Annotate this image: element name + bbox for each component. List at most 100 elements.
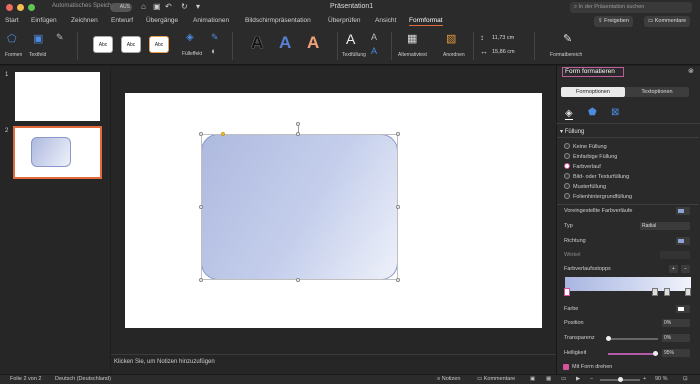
tab-start[interactable]: Start <box>5 17 19 24</box>
brightness-field[interactable]: 95% <box>662 349 690 357</box>
preset-gradients-dropdown[interactable] <box>676 207 690 215</box>
tab-formformat[interactable]: Formformat <box>409 17 443 26</box>
radio-farbverlauf[interactable]: Farbverlauf <box>564 163 601 170</box>
textbox-icon[interactable]: ▣ <box>33 32 43 45</box>
gradient-stop[interactable] <box>652 288 658 296</box>
add-stop-button[interactable]: + <box>669 265 678 273</box>
width-field[interactable]: 15,86 cm <box>492 49 515 55</box>
shape-effects-icon[interactable]: ◐ <box>211 46 216 56</box>
redo-icon[interactable]: ↻ <box>181 2 188 11</box>
zoom-out-button[interactable]: − <box>590 376 593 382</box>
brightness-slider-knob[interactable] <box>652 351 658 356</box>
tab-ueberpruefen[interactable]: Überprüfen <box>328 17 361 24</box>
tab-entwurf[interactable]: Entwurf <box>111 17 133 24</box>
transparency-field[interactable]: 0% <box>662 334 690 342</box>
type-dropdown[interactable]: Radial <box>640 222 690 230</box>
edit-shape-icon[interactable]: ✎ <box>56 32 64 43</box>
share-button[interactable]: ⇪ Freigeben <box>594 16 633 27</box>
slideshow-icon[interactable]: ▶ <box>576 376 580 382</box>
resize-handle-l[interactable] <box>199 205 203 209</box>
gradient-stop[interactable] <box>685 288 691 296</box>
close-window-button[interactable] <box>6 4 13 11</box>
size-properties-icon[interactable]: ⊠ <box>611 107 619 118</box>
tab-bildschirmpraesentation[interactable]: Bildschirmpräsentation <box>245 17 311 24</box>
text-outline-icon[interactable]: A <box>371 32 377 42</box>
zoom-window-button[interactable] <box>28 4 35 11</box>
tab-animationen[interactable]: Animationen <box>193 17 229 24</box>
shapes-icon[interactable]: ⬠ <box>7 32 17 45</box>
rotation-handle[interactable] <box>296 122 300 126</box>
slide-thumbnail-1[interactable] <box>15 72 100 121</box>
wordart-style-blue[interactable]: A <box>279 33 291 53</box>
radio-keine-fuellung[interactable]: Keine Füllung <box>564 143 607 150</box>
formatbereich-label[interactable]: Formatbereich <box>550 52 582 58</box>
shape-outline-icon[interactable]: ✎ <box>211 32 219 43</box>
undo-icon[interactable]: ↶ <box>165 2 172 11</box>
autosave-toggle[interactable]: AUS <box>110 3 132 12</box>
transparency-slider-knob[interactable] <box>606 336 611 341</box>
tab-einfuegen[interactable]: Einfügen <box>31 17 57 24</box>
text-fill-icon[interactable]: A <box>346 31 355 47</box>
zoom-level[interactable]: 90 % <box>655 376 668 382</box>
comments-button[interactable]: ▭ Kommentare <box>644 16 691 27</box>
color-picker-dropdown[interactable] <box>676 305 690 313</box>
tab-textoptionen[interactable]: Textoptionen <box>625 87 689 97</box>
resize-handle-t[interactable] <box>296 132 300 136</box>
radio-einfarbige-fuellung[interactable]: Einfarbige Füllung <box>564 153 617 160</box>
text-effects-icon[interactable]: A <box>371 46 377 56</box>
radio-folienhintergrundfuellung[interactable]: Folienhintergrundfüllung <box>564 193 632 200</box>
remove-stop-button[interactable]: − <box>681 265 690 273</box>
comments-status-button[interactable]: ▭ Kommentare <box>477 376 515 382</box>
tab-zeichnen[interactable]: Zeichnen <box>71 17 98 24</box>
shape-fill-icon[interactable]: ◈ <box>186 32 194 43</box>
search-input[interactable]: ⌕ In der Präsentation suchen <box>570 2 692 13</box>
position-field[interactable]: 0% <box>662 319 690 327</box>
tab-formoptionen[interactable]: Formoptionen <box>561 87 625 97</box>
shape-style-2[interactable]: Abc <box>121 36 141 53</box>
save-icon[interactable]: ▣ <box>153 2 161 11</box>
language-indicator[interactable]: Deutsch (Deutschland) <box>55 376 111 382</box>
transparency-slider[interactable] <box>608 338 658 340</box>
normal-view-icon[interactable]: ▣ <box>530 376 535 382</box>
fuellung-section-header[interactable]: ▾ Füllung <box>560 128 584 135</box>
resize-handle-bl[interactable] <box>199 278 203 282</box>
shape-style-1[interactable]: Abc <box>93 36 113 53</box>
angle-field[interactable] <box>660 251 690 259</box>
home-icon[interactable]: ⌂ <box>141 2 146 11</box>
slide-sorter-icon[interactable]: ▦ <box>546 376 551 382</box>
format-pane-icon[interactable]: ✎ <box>563 32 572 45</box>
tab-uebergaenge[interactable]: Übergänge <box>146 17 178 24</box>
alt-text-icon[interactable]: ▦ <box>407 32 417 45</box>
gradient-bar[interactable] <box>565 277 691 291</box>
position-label: Position <box>564 320 584 326</box>
radio-musterfuellung[interactable]: Musterfüllung <box>564 183 606 190</box>
gradient-stop-selected[interactable] <box>564 288 570 296</box>
slide-thumbnail-2[interactable] <box>13 126 102 179</box>
direction-dropdown[interactable] <box>676 237 690 245</box>
zoom-slider-knob[interactable] <box>618 377 623 382</box>
resize-handle-r[interactable] <box>396 205 400 209</box>
arrange-icon[interactable]: ▧ <box>446 32 456 45</box>
reading-view-icon[interactable]: ▭ <box>561 376 566 382</box>
wordart-style-black[interactable]: A <box>251 33 263 53</box>
fit-to-window-icon[interactable]: ⊡ <box>683 376 688 382</box>
resize-handle-tr[interactable] <box>396 132 400 136</box>
gradient-stop[interactable] <box>664 288 670 296</box>
resize-handle-tl[interactable] <box>199 132 203 136</box>
zoom-in-button[interactable]: + <box>643 376 646 382</box>
resize-handle-br[interactable] <box>396 278 400 282</box>
tab-ansicht[interactable]: Ansicht <box>375 17 396 24</box>
customize-toolbar-icon[interactable]: ▾ <box>196 2 200 11</box>
fill-line-icon[interactable]: ◈ <box>565 108 573 120</box>
notes-button[interactable]: ≡ Notizen <box>437 376 460 382</box>
rotate-with-shape-checkbox[interactable] <box>563 364 569 370</box>
wordart-style-orange[interactable]: A <box>307 33 319 53</box>
height-field[interactable]: 11,73 cm <box>492 35 514 41</box>
shape-style-3[interactable]: Abc <box>149 36 169 53</box>
adjust-handle[interactable] <box>221 132 225 136</box>
effects-icon[interactable]: ⬟ <box>588 107 597 118</box>
resize-handle-b[interactable] <box>296 278 300 282</box>
close-icon[interactable]: ⊗ <box>688 67 694 75</box>
radio-bild-texturfuellung[interactable]: Bild- oder Texturfüllung <box>564 173 629 180</box>
minimize-window-button[interactable] <box>17 4 24 11</box>
